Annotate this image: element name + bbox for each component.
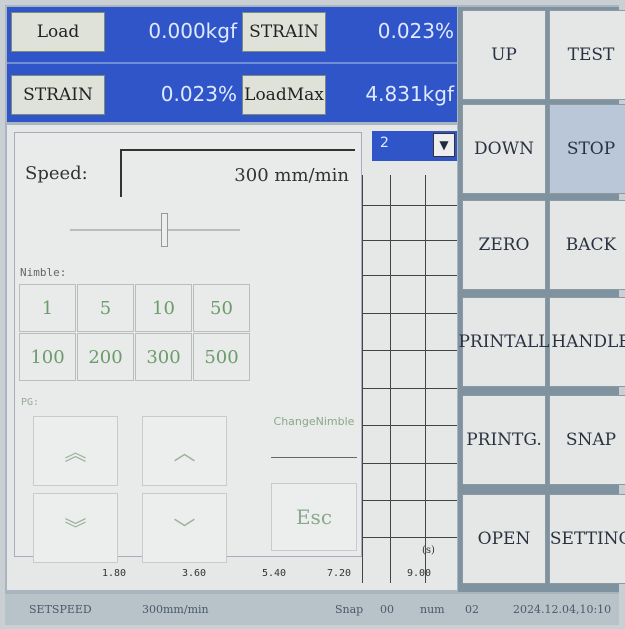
speed-label: Speed: — [25, 163, 88, 184]
dropdown-arrow-icon[interactable]: ▼ — [433, 133, 455, 157]
down-button[interactable]: DOWN — [462, 104, 546, 194]
control-button-panel: UP TEST DOWN STOP ZERO BACK PRINTALL HAN… — [458, 7, 625, 592]
setting-button[interactable]: SETTING — [549, 494, 625, 584]
pg-label: PG: — [21, 397, 40, 408]
chevron-down-icon: ﹀ — [173, 518, 196, 543]
grid-line — [362, 175, 363, 583]
grid-line — [362, 313, 457, 314]
grid-line — [362, 425, 457, 426]
slow-down-button[interactable]: ﹀ — [142, 493, 227, 563]
grid-line — [390, 175, 391, 583]
nimble-option-50[interactable]: 50 — [193, 284, 250, 332]
grid-line — [362, 500, 457, 501]
x-tick-label: 9.00 — [407, 568, 432, 579]
test-button[interactable]: TEST — [549, 10, 625, 100]
grid-line — [362, 388, 457, 389]
x-tick-label: 3.60 — [182, 568, 207, 579]
nimble-option-200[interactable]: 200 — [77, 333, 134, 381]
x-tick-label: 5.40 — [262, 568, 287, 579]
datetime: 2024.12.04,10:10 — [513, 603, 612, 616]
num-label: num — [420, 603, 445, 616]
setspeed-value: 300mm/min — [142, 603, 209, 616]
speed-slider-thumb[interactable] — [161, 213, 168, 247]
snap-value: 00 — [380, 603, 394, 616]
double-chevron-up-icon: ︽ — [64, 441, 87, 466]
channel-select[interactable]: 2 ▼ — [372, 131, 457, 161]
nimble-option-5[interactable]: 5 — [77, 284, 134, 332]
nimble-option-1[interactable]: 1 — [19, 284, 76, 332]
x-tick-label: 1.80 — [102, 568, 127, 579]
nimble-option-10[interactable]: 10 — [135, 284, 192, 332]
stop-button[interactable]: STOP — [549, 104, 625, 194]
readout-panel: Load 0.000kgf STRAIN 0.023% STRAIN 0.023… — [7, 7, 457, 122]
chevron-up-icon: ︿ — [173, 441, 196, 466]
handle-button[interactable]: HANDLE — [549, 297, 625, 387]
nimble-option-300[interactable]: 300 — [135, 333, 192, 381]
printg-button[interactable]: PRINTG. — [462, 395, 546, 485]
readout-label-loadmax: LoadMax — [242, 75, 326, 115]
channel-select-value: 2 — [380, 135, 389, 151]
snap-button[interactable]: SNAP — [549, 395, 625, 485]
readout-label-strain-top: STRAIN — [242, 12, 326, 52]
snap-label: Snap — [335, 603, 364, 616]
double-chevron-down-icon: ︾ — [64, 518, 87, 543]
speed-input[interactable]: 300 mm/min — [120, 149, 355, 197]
readout-label-load: Load — [11, 12, 105, 52]
esc-button[interactable]: Esc — [271, 483, 357, 551]
grid-line — [362, 205, 457, 206]
grid-line — [425, 175, 426, 583]
x-tick-label: 7.20 — [327, 568, 352, 579]
up-button[interactable]: UP — [462, 10, 546, 100]
status-bar: SETSPEED 300mm/min Snap 00 num 02 2024.1… — [5, 594, 619, 625]
slow-up-button[interactable]: ︿ — [142, 416, 227, 486]
readout-value-strain-top: 0.023% — [377, 19, 454, 43]
open-button[interactable]: OPEN — [462, 494, 546, 584]
speed-slider-track[interactable] — [70, 229, 240, 231]
grid-line — [362, 240, 457, 241]
setspeed-label: SETSPEED — [29, 603, 92, 616]
grid-line — [362, 537, 457, 538]
zero-button[interactable]: ZERO — [462, 200, 546, 290]
readout-value-load: 0.000kgf — [148, 19, 237, 43]
readout-value-loadmax: 4.831kgf — [365, 82, 454, 106]
readout-value-strain: 0.023% — [160, 82, 237, 106]
nimble-label: Nimble: — [20, 266, 67, 279]
change-nimble-button[interactable]: ChangeNimble — [271, 386, 357, 458]
speed-dialog: Speed: 300 mm/min Nimble: 1 5 10 50 100 … — [14, 132, 362, 563]
grid-line — [362, 350, 457, 351]
readout-label-strain: STRAIN — [11, 75, 105, 115]
fast-up-button[interactable]: ︽ — [33, 416, 118, 486]
grid-line — [362, 463, 457, 464]
back-button[interactable]: BACK — [549, 200, 625, 290]
readout-divider — [7, 62, 457, 64]
x-axis-unit: (s) — [422, 545, 435, 556]
grid-line — [362, 275, 457, 276]
num-value: 02 — [465, 603, 479, 616]
fast-down-button[interactable]: ︾ — [33, 493, 118, 563]
speed-value: 300 mm/min — [234, 165, 349, 186]
printall-button[interactable]: PRINTALL — [458, 297, 550, 387]
nimble-option-500[interactable]: 500 — [193, 333, 250, 381]
nimble-option-100[interactable]: 100 — [19, 333, 76, 381]
nimble-grid: 1 5 10 50 100 200 300 500 — [19, 284, 251, 382]
